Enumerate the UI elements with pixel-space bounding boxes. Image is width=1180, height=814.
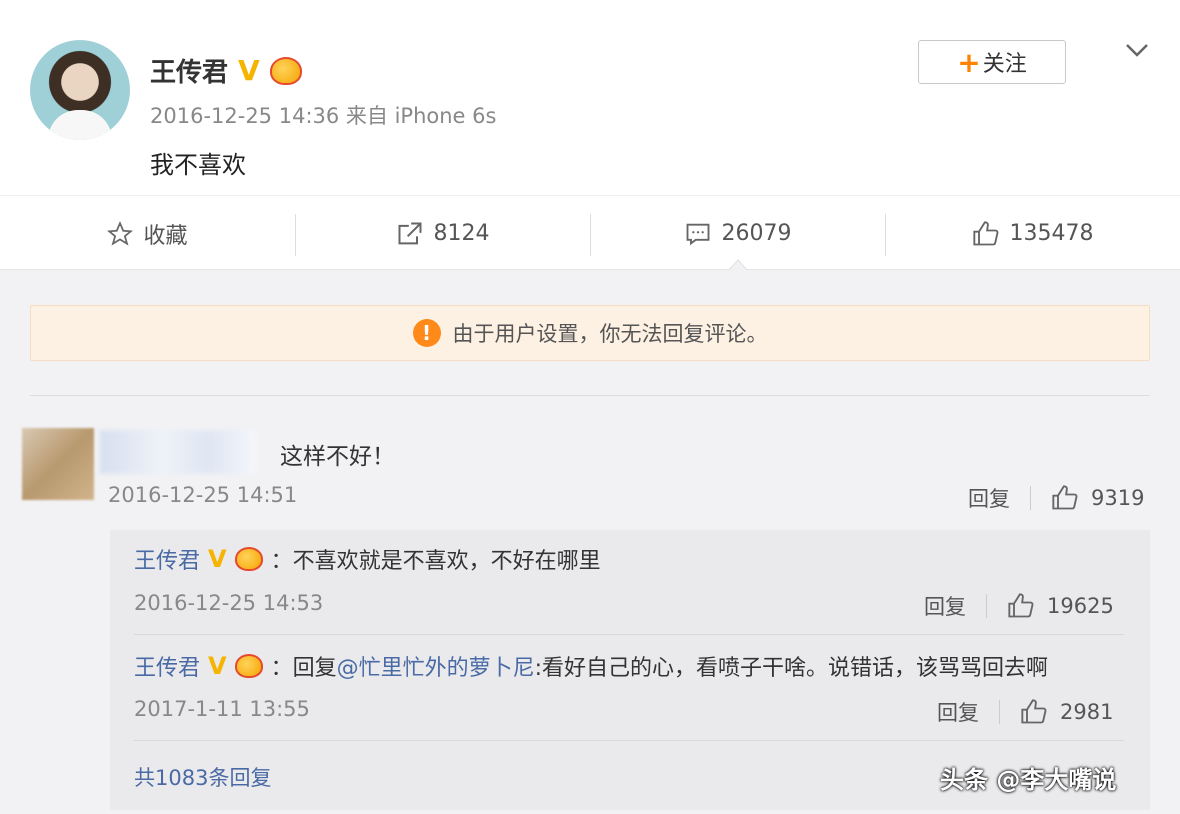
follow-button[interactable]: + 关注 — [918, 40, 1066, 84]
mention-link[interactable]: @忙里忙外的萝卜尼 — [337, 656, 535, 681]
divider — [134, 634, 1124, 635]
plus-icon: + — [957, 45, 981, 79]
caret-pointer — [728, 259, 748, 271]
chevron-down-icon[interactable] — [1124, 40, 1150, 60]
post-meta: 2016-12-25 14:36 来自 iPhone 6s — [150, 104, 497, 128]
sub-reply-like-button[interactable]: 19625 — [1007, 592, 1114, 620]
thumbs-up-icon — [972, 220, 998, 245]
author-name[interactable]: 王传君 — [150, 52, 228, 89]
sub-reply-like-count: 2981 — [1060, 700, 1114, 724]
reply-button[interactable]: 回复 — [924, 591, 966, 621]
sub-reply-time: 2017-1-11 13:55 — [134, 697, 310, 721]
repost-count: 8124 — [433, 221, 490, 246]
repost-button[interactable]: 8124 — [295, 196, 590, 271]
watermark: 头条 @李大嘴说 — [940, 766, 1117, 794]
comment-like-count: 9319 — [1091, 486, 1145, 510]
sub-reply-text: ：不喜欢就是不喜欢，不好在哪里 — [270, 549, 601, 574]
sub-reply-like-count: 19625 — [1047, 594, 1114, 618]
notice-text: 由于用户设置，你无法回复评论。 — [452, 322, 768, 346]
like-count: 135478 — [1009, 221, 1094, 246]
reply-restriction-notice: ! 由于用户设置，你无法回复评论。 — [30, 305, 1150, 361]
divider — [30, 395, 1150, 396]
medal-icon — [269, 56, 302, 85]
sub-reply-author[interactable]: 王传君 — [134, 650, 200, 682]
comment-icon — [686, 223, 709, 245]
view-all-replies-link[interactable]: 共1083条回复 — [134, 762, 271, 792]
sub-reply-actions: 回复 19625 — [924, 591, 1114, 621]
reply-button[interactable]: 回复 — [937, 697, 979, 727]
commenter-name-blurred[interactable] — [100, 430, 256, 474]
favorite-button[interactable]: 收藏 — [0, 196, 295, 271]
author-avatar[interactable] — [30, 40, 130, 140]
sub-reply-author[interactable]: 王传君 — [134, 543, 200, 575]
reply-button[interactable]: 回复 — [968, 483, 1010, 513]
sub-reply-text: ：回复@忙里忙外的萝卜尼:看好自己的心，看喷子干啥。说错话，该骂骂回去啊 — [270, 656, 1049, 681]
repost-icon — [398, 222, 421, 244]
favorite-label: 收藏 — [143, 223, 188, 249]
divider — [134, 740, 1124, 741]
commenter-avatar[interactable] — [22, 428, 94, 500]
weibo-post: 王传君 V 2016-12-25 14:36 来自 iPhone 6s 我不喜欢… — [0, 0, 1180, 270]
warning-icon: ! — [412, 319, 441, 347]
sub-reply-1: 王传君 V ：不喜欢就是不喜欢，不好在哪里 — [134, 543, 601, 575]
thumbs-up-icon — [1052, 485, 1078, 510]
verified-icon: V — [208, 545, 227, 573]
star-icon — [107, 220, 134, 246]
verified-icon: V — [208, 652, 227, 680]
comment-like-button[interactable]: 9319 — [1051, 484, 1144, 512]
sub-reply-2: 王传君 V ：回复@忙里忙外的萝卜尼:看好自己的心，看喷子干啥。说错话，该骂骂回… — [134, 650, 1048, 682]
comment-text: 这样不好！ — [280, 444, 395, 470]
follow-label: 关注 — [982, 52, 1027, 77]
verified-icon: V — [238, 54, 260, 87]
comment-actions: 回复 9319 — [968, 483, 1144, 513]
action-bar: 收藏 8124 26079 135478 — [0, 195, 1180, 271]
sub-reply-actions: 回复 2981 — [937, 697, 1113, 727]
sub-reply-like-button[interactable]: 2981 — [1020, 698, 1113, 726]
medal-icon — [234, 654, 263, 678]
comment-count: 26079 — [721, 221, 792, 246]
like-button[interactable]: 135478 — [885, 196, 1180, 271]
sub-reply-time: 2016-12-25 14:53 — [134, 591, 324, 615]
thumbs-up-icon — [1008, 593, 1034, 618]
medal-icon — [234, 547, 263, 571]
post-content: 我不喜欢 — [150, 151, 246, 179]
thumbs-up-icon — [1021, 699, 1047, 724]
author-row: 王传君 V — [150, 52, 302, 89]
comment-time: 2016-12-25 14:51 — [108, 483, 298, 507]
